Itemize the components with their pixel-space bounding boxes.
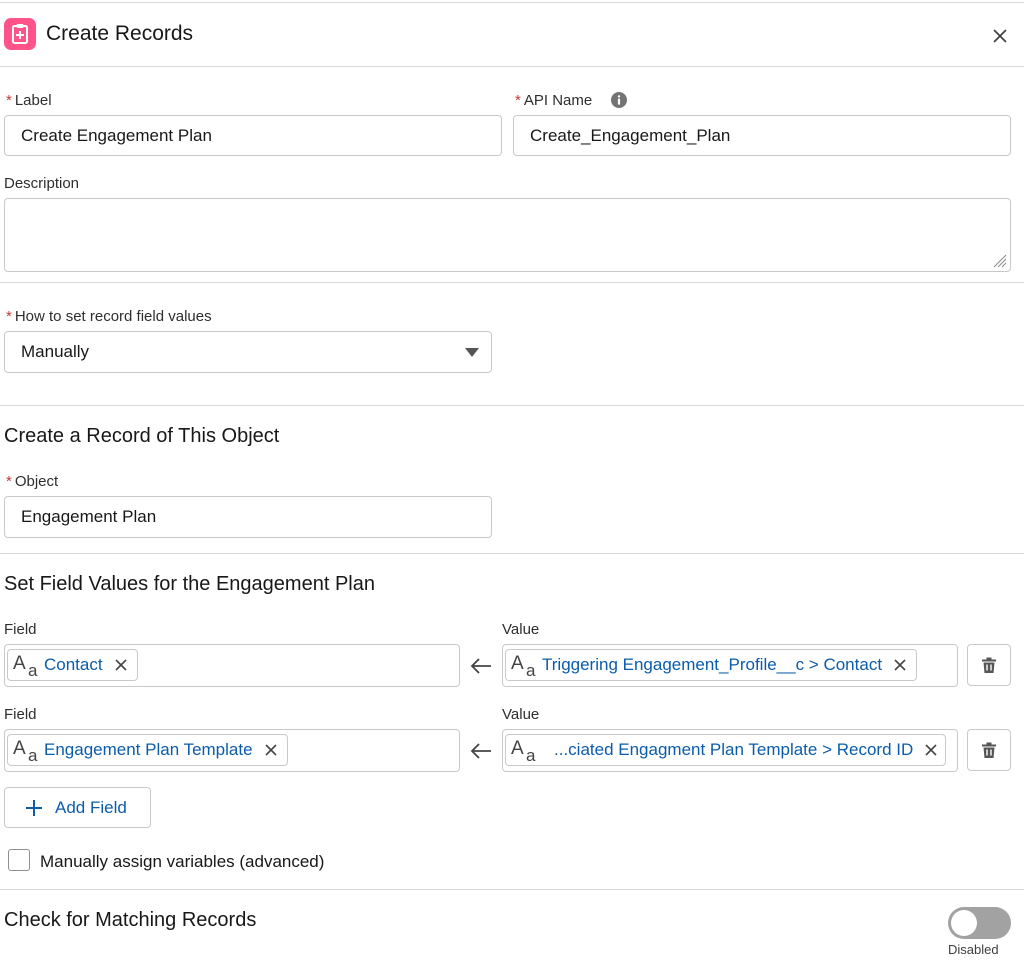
field-label: Field — [4, 706, 37, 723]
panel-title: Create Records — [46, 22, 194, 45]
remove-icon[interactable] — [111, 655, 131, 675]
plus-icon — [26, 799, 42, 816]
value-pill[interactable]: A a Triggering Engagement_Profile__c > C… — [505, 649, 918, 681]
field-input[interactable]: A a Contact — [4, 644, 460, 687]
value-input[interactable]: A a Triggering Engagement_Profile__c > C… — [502, 644, 958, 687]
matching-section-title: Check for Matching Records — [4, 909, 257, 931]
arrow-left-icon — [470, 658, 491, 674]
add-field-button[interactable]: Add Field — [4, 787, 151, 828]
object-section-title: Create a Record of This Object — [4, 425, 280, 447]
api-name-field-label: * API Name — [515, 92, 593, 109]
top-border — [0, 2, 1024, 3]
text-type-icon: A a — [13, 738, 38, 764]
description-label: Description — [4, 175, 80, 192]
value-label: Value — [502, 706, 540, 723]
text-type-icon: A a — [511, 738, 536, 764]
svg-text:A: A — [511, 738, 524, 759]
delete-row-button[interactable] — [967, 729, 1011, 771]
info-icon[interactable] — [611, 92, 627, 108]
svg-text:A: A — [511, 653, 524, 674]
value-pill[interactable]: A a ...ciated Engagment Plan Template > … — [505, 734, 947, 766]
caret-down-icon — [465, 348, 479, 357]
arrow-left-icon — [470, 743, 491, 759]
text-type-icon: A a — [511, 653, 536, 679]
value-input[interactable]: A a ...ciated Engagment Plan Template > … — [502, 729, 958, 772]
label-input[interactable]: Create Engagement Plan — [4, 115, 502, 156]
header-divider — [0, 66, 1024, 67]
remove-icon[interactable] — [890, 655, 910, 675]
field-pill-label: Contact — [44, 655, 103, 674]
value-pill-label: ...ciated Engagment Plan Template > Reco… — [554, 740, 914, 759]
remove-icon[interactable] — [921, 740, 941, 760]
svg-text:a: a — [28, 746, 38, 764]
value-pill-label: Triggering Engagement_Profile__c > Conta… — [542, 655, 883, 674]
svg-text:A: A — [13, 738, 26, 759]
manual-assign-checkbox[interactable] — [8, 849, 30, 871]
svg-text:a: a — [526, 746, 536, 764]
resize-handle-icon[interactable] — [990, 251, 1008, 269]
value-label: Value — [502, 621, 540, 638]
field-pill-label: Engagement Plan Template — [44, 740, 253, 759]
svg-text:a: a — [526, 661, 536, 679]
svg-text:a: a — [28, 661, 38, 679]
trash-icon — [982, 742, 996, 758]
field-values-section-title: Set Field Values for the Engagement Plan — [4, 573, 375, 595]
manual-assign-label: Manually assign variables (advanced) — [40, 852, 325, 871]
field-pill[interactable]: A a Contact — [7, 649, 138, 681]
field-input[interactable]: A a Engagement Plan Template — [4, 729, 460, 772]
object-input[interactable]: Engagement Plan — [4, 496, 492, 538]
divider — [0, 553, 1024, 554]
add-field-label: Add Field — [55, 797, 127, 817]
svg-text:A: A — [13, 653, 26, 674]
divider — [0, 282, 1024, 283]
create-records-icon — [4, 18, 36, 50]
close-icon — [993, 29, 1007, 43]
field-label: Field — [4, 621, 37, 638]
text-type-icon: A a — [13, 653, 38, 679]
api-name-input[interactable]: Create_Engagement_Plan — [513, 115, 1011, 156]
object-label: * Object — [6, 473, 59, 490]
field-pill[interactable]: A a Engagement Plan Template — [7, 734, 288, 766]
label-field-label: * Label — [6, 92, 52, 109]
matching-toggle[interactable] — [948, 907, 1011, 939]
description-textarea[interactable] — [4, 198, 1011, 272]
close-button[interactable] — [986, 22, 1014, 50]
toggle-knob — [951, 910, 977, 936]
how-to-set-select[interactable]: Manually — [4, 331, 492, 373]
delete-row-button[interactable] — [967, 644, 1011, 686]
trash-icon — [982, 657, 996, 673]
divider — [0, 405, 1024, 406]
remove-icon[interactable] — [261, 740, 281, 760]
toggle-status-label: Disabled — [948, 942, 999, 957]
how-to-set-label: * How to set record field values — [6, 308, 212, 325]
divider — [0, 889, 1024, 890]
